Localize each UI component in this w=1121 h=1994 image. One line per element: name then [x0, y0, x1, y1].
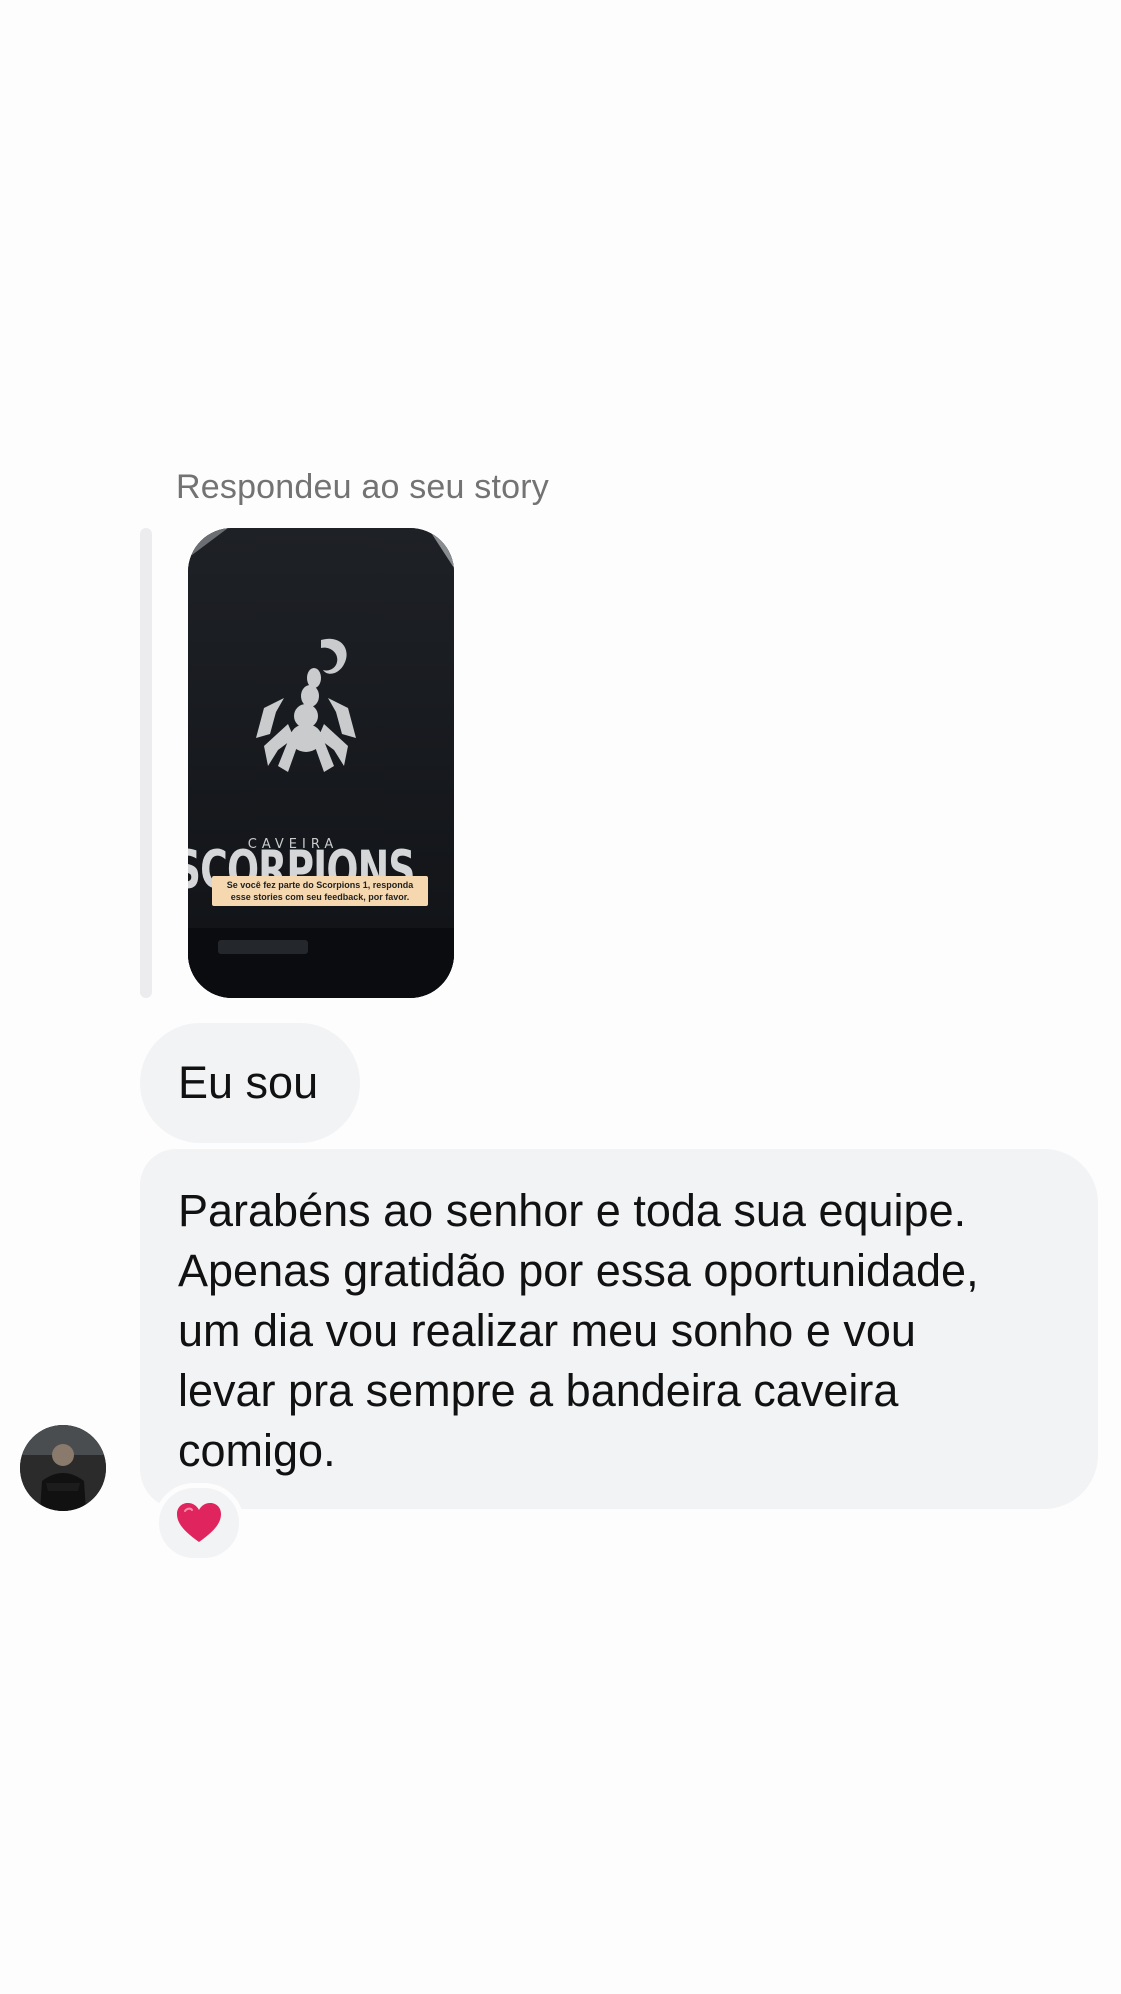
reply-label: Respondeu ao seu story: [176, 468, 549, 506]
story-thumbnail[interactable]: SCORPIONS CAVEIRA Se você fez parte do S…: [188, 528, 454, 998]
message-line: Parabéns ao senhor e toda sua equipe.: [178, 1185, 967, 1236]
message-text: Eu sou: [178, 1057, 319, 1108]
message-line: Apenas gratidão por essa oportunidade,: [178, 1245, 979, 1296]
avatar[interactable]: [20, 1425, 106, 1511]
message-line: levar pra sempre a bandeira caveira: [178, 1365, 899, 1416]
story-caption-line1: Se você fez parte do Scorpions 1, respon…: [227, 880, 415, 890]
reply-quote-bar: [140, 528, 152, 998]
story-brand-sub: CAVEIRA: [248, 837, 338, 852]
reaction-badge[interactable]: [154, 1483, 244, 1563]
avatar-icon: [20, 1425, 106, 1511]
message-line: um dia vou realizar meu sonho e vou: [178, 1305, 916, 1356]
message-bubble[interactable]: Parabéns ao senhor e toda sua equipe. Ap…: [140, 1149, 1098, 1509]
message-bubble[interactable]: Eu sou: [140, 1023, 360, 1143]
message-line: comigo.: [178, 1425, 336, 1476]
message-text: Parabéns ao senhor e toda sua equipe. Ap…: [178, 1181, 1078, 1481]
heart-icon: [177, 1503, 221, 1542]
story-caption-line2: esse stories com seu feedback, por favor…: [231, 892, 410, 902]
